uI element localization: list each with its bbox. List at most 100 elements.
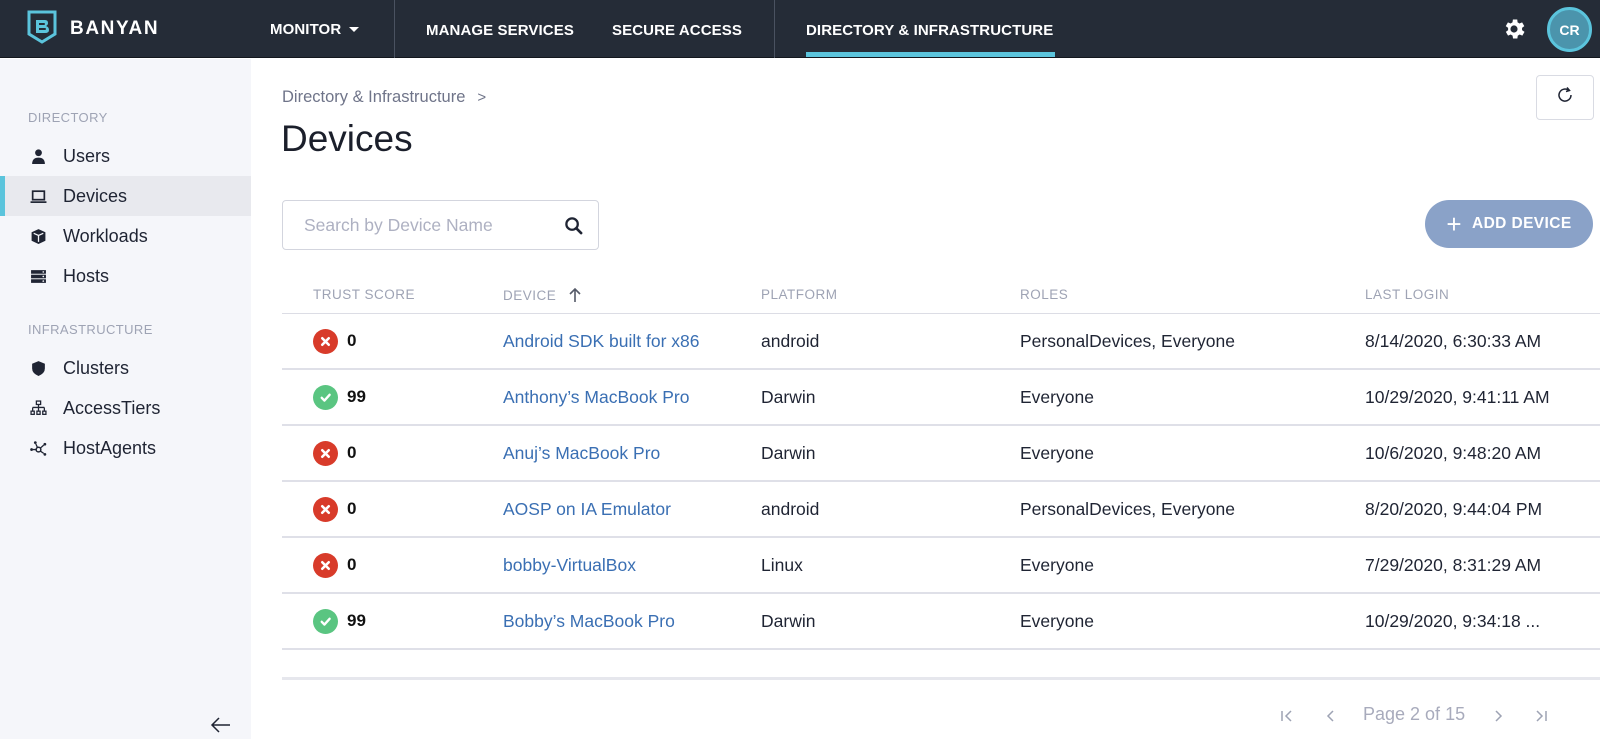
table-row[interactable]: 0 AOSP on IA Emulator android PersonalDevic…: [282, 482, 1600, 538]
device-name-link[interactable]: bobby-VirtualBox: [503, 538, 703, 592]
sidebar-item-label: Users: [63, 145, 111, 166]
breadcrumb-parent-link[interactable]: Directory & Infrastructure: [282, 88, 465, 107]
first-page-button[interactable]: [1277, 704, 1297, 728]
trust-score-cell: 0: [313, 426, 463, 480]
column-header-trust-score[interactable]: TRUST SCORE: [313, 287, 415, 302]
trust-score-cell: 0: [313, 314, 463, 368]
trust-score-value: 0: [347, 443, 357, 462]
last-login-cell: 8/14/2020, 6:30:33 AM: [1365, 330, 1542, 351]
device-name-link[interactable]: Bobby’s MacBook Pro: [503, 594, 703, 648]
sitemap-icon: [30, 399, 47, 417]
x-circle-icon: [313, 440, 338, 466]
trust-score-value: 0: [347, 499, 357, 518]
trust-score-cell: 99: [313, 594, 463, 648]
collapse-sidebar-arrow-icon[interactable]: [210, 714, 232, 736]
trust-score-value: 99: [347, 387, 366, 406]
last-login-cell: 10/29/2020, 9:41:11 AM: [1365, 386, 1550, 407]
platform-cell: android: [761, 498, 820, 519]
brand-logo[interactable]: BANYAN: [26, 10, 160, 49]
x-circle-icon: [313, 496, 338, 522]
x-circle-icon: [313, 328, 338, 354]
trust-score-cell: 99: [313, 370, 463, 424]
sidebar-item-workloads[interactable]: Workloads: [0, 216, 251, 256]
sidebar-section-directory: DIRECTORY: [28, 110, 108, 125]
nav-secure-access[interactable]: SECURE ACCESS: [612, 1, 742, 59]
sidebar-item-label: Devices: [63, 185, 128, 206]
roles-cell: Everyone: [1020, 554, 1094, 575]
sidebar-item-label: AccessTiers: [63, 397, 161, 418]
table-header: TRUST SCORE DEVICE PLATFORM ROLES LAST L…: [282, 276, 1600, 314]
platform-cell: android: [761, 330, 820, 351]
x-circle-icon: [313, 552, 338, 578]
column-header-roles[interactable]: ROLES: [1020, 287, 1068, 302]
trust-score-cell: 0: [313, 482, 463, 536]
sidebar-item-accesstiers[interactable]: AccessTiers: [0, 388, 251, 428]
sidebar-item-hosts[interactable]: Hosts: [0, 256, 251, 296]
search-icon[interactable]: [564, 216, 583, 235]
sidebar-item-clusters[interactable]: Clusters: [0, 348, 251, 388]
last-page-button[interactable]: [1531, 704, 1551, 728]
check-circle-icon: [313, 384, 338, 410]
device-name-link[interactable]: Anuj’s MacBook Pro: [503, 426, 703, 480]
table-row[interactable]: 99 Bobby’s MacBook Pro Darwin Everyone 10/29…: [282, 594, 1600, 650]
add-device-label: ADD DEVICE: [1471, 215, 1572, 232]
devices-table: TRUST SCORE DEVICE PLATFORM ROLES LAST L…: [282, 276, 1600, 680]
user-avatar[interactable]: CR: [1547, 7, 1592, 52]
user-icon: [30, 148, 47, 165]
table-footer-spacer: [282, 650, 1600, 680]
roles-cell: Everyone: [1020, 610, 1094, 631]
next-page-button[interactable]: [1488, 704, 1508, 728]
trust-score-value: 99: [347, 611, 366, 630]
last-login-cell: 7/29/2020, 8:31:29 AM: [1365, 554, 1542, 575]
settings-gear-icon[interactable]: [1501, 16, 1527, 42]
breadcrumb-separator: >: [477, 89, 487, 106]
column-header-device[interactable]: DEVICE: [503, 287, 582, 303]
trust-score-value: 0: [347, 331, 357, 350]
add-device-button[interactable]: + ADD DEVICE: [1425, 200, 1593, 248]
table-row[interactable]: 0 Anuj’s MacBook Pro Darwin Everyone 10/6/20…: [282, 426, 1600, 482]
sidebar-item-users[interactable]: Users: [0, 136, 251, 176]
column-header-last-login[interactable]: LAST LOGIN: [1365, 287, 1449, 302]
nav-monitor[interactable]: MONITOR: [270, 0, 360, 58]
table-row[interactable]: 0 bobby-VirtualBox Linux Everyone 7/29/2020,…: [282, 538, 1600, 594]
column-header-label: DEVICE: [503, 287, 557, 303]
device-name-link[interactable]: AOSP on IA Emulator: [503, 482, 703, 536]
column-header-platform[interactable]: PLATFORM: [761, 287, 838, 302]
trust-score-value: 0: [347, 555, 357, 574]
network-icon: [30, 440, 47, 457]
refresh-button[interactable]: [1536, 75, 1594, 120]
cube-icon: [30, 228, 47, 245]
check-circle-icon: [313, 608, 338, 634]
caret-down-icon: [349, 26, 360, 32]
trust-score-cell: 0: [313, 538, 463, 592]
platform-cell: Linux: [761, 554, 803, 575]
last-login-cell: 10/6/2020, 9:48:20 AM: [1365, 442, 1542, 463]
search-input[interactable]: [283, 201, 543, 249]
sidebar-item-devices[interactable]: Devices: [0, 176, 251, 216]
sidebar-item-label: Workloads: [63, 225, 148, 246]
sort-ascending-arrow-icon[interactable]: [568, 287, 582, 303]
sidebar-section-infrastructure: INFRASTRUCTURE: [28, 322, 153, 337]
last-login-cell: 10/29/2020, 9:34:18 ...: [1365, 610, 1541, 631]
roles-cell: Everyone: [1020, 442, 1094, 463]
sidebar-item-label: HostAgents: [63, 437, 157, 458]
banyan-logo-icon: [26, 10, 58, 49]
device-name-link[interactable]: Android SDK built for x86: [503, 314, 703, 368]
previous-page-button[interactable]: [1321, 704, 1341, 728]
table-body: 0 Android SDK built for x86 android Persona…: [282, 314, 1600, 650]
sidebar-item-hostagents[interactable]: HostAgents: [0, 428, 251, 468]
nav-directory-infrastructure[interactable]: DIRECTORY & INFRASTRUCTURE: [806, 1, 1053, 59]
breadcrumb: Directory & Infrastructure >: [282, 88, 486, 107]
nav-divider: [394, 0, 395, 58]
nav-manage-services[interactable]: MANAGE SERVICES: [426, 1, 574, 59]
top-nav-bar: BANYAN MONITOR MANAGE SERVICES SECURE AC…: [0, 0, 1600, 58]
table-row[interactable]: 99 Anthony’s MacBook Pro Darwin Everyone 10/…: [282, 370, 1600, 426]
page-title: Devices: [281, 118, 413, 159]
brand-name: BANYAN: [70, 18, 160, 39]
device-name-link[interactable]: Anthony’s MacBook Pro: [503, 370, 703, 424]
roles-cell: Everyone: [1020, 386, 1094, 407]
pagination-label: Page 2 of 15: [1363, 704, 1466, 724]
table-row[interactable]: 0 Android SDK built for x86 android Persona…: [282, 314, 1600, 370]
refresh-icon: [1555, 85, 1575, 110]
nav-divider: [774, 0, 775, 58]
